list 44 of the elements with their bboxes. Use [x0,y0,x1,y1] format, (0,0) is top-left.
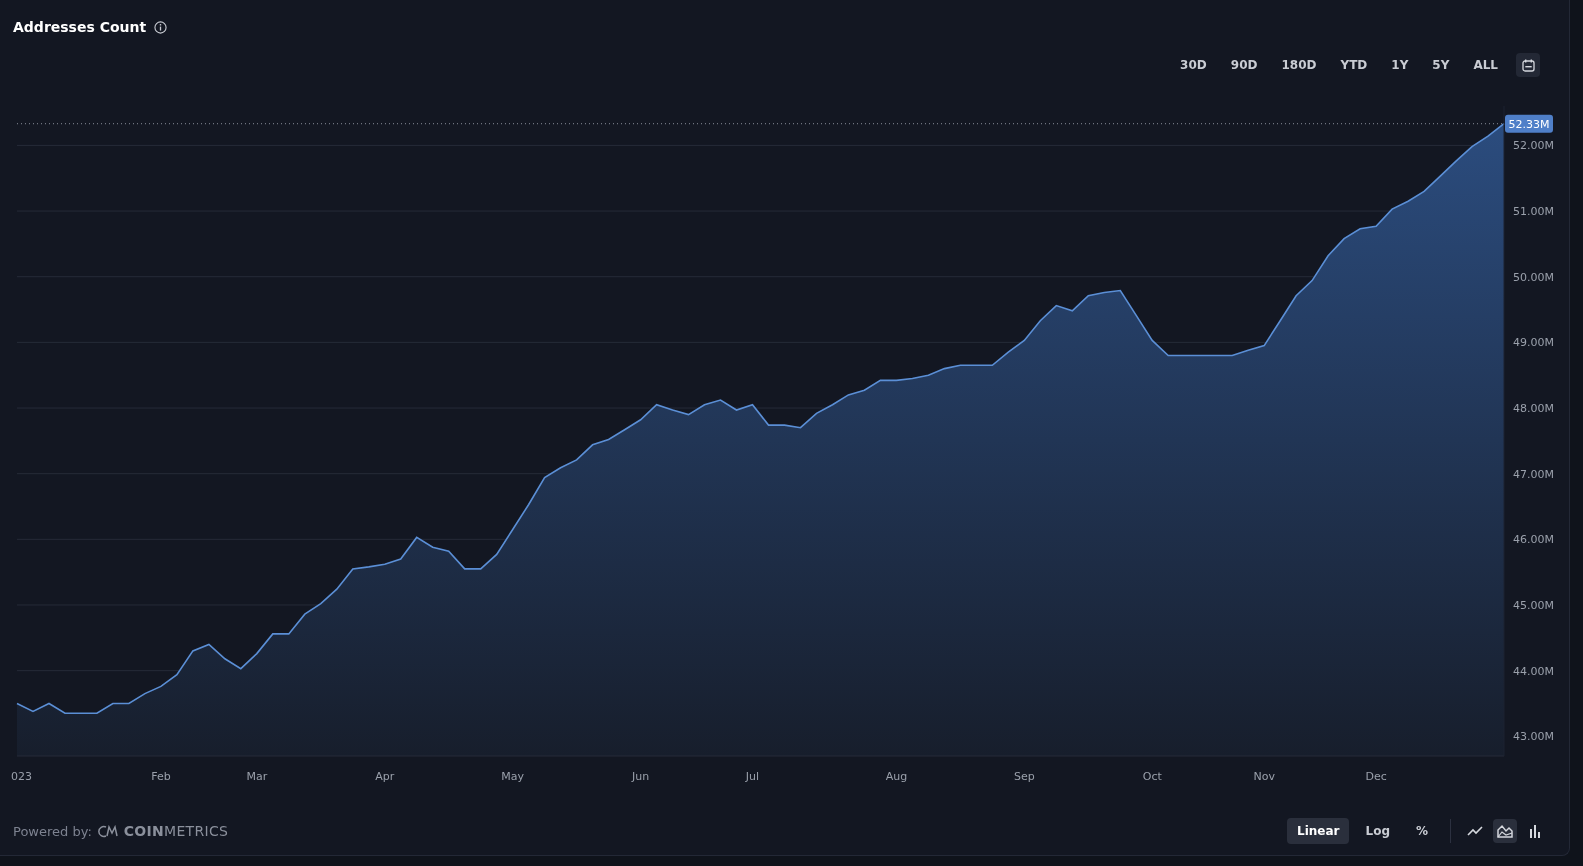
x-axis-label: Apr [375,770,395,783]
chart-title: Addresses Count [13,19,147,35]
y-axis-label: 50.00M [1513,270,1554,284]
range-button[interactable]: YTD [1330,52,1378,78]
y-axis-label: 52.00M [1513,139,1554,153]
x-axis-label: 023 [11,770,32,783]
x-axis-label: Jul [745,770,760,783]
calendar-icon [1521,58,1535,72]
scale-button[interactable]: Linear [1287,818,1350,844]
range-button[interactable]: 180D [1271,52,1327,78]
x-axis-label: Feb [151,770,171,783]
y-axis-label: 51.00M [1513,205,1554,219]
range-button[interactable]: 90D [1220,52,1268,78]
last-value-badge: 52.33M [1505,114,1553,133]
x-axis-label: Nov [1253,770,1275,783]
info-icon[interactable] [154,20,168,34]
x-axis-label: Oct [1142,770,1162,783]
brand-logo-text: COINMETRICS [123,823,229,839]
powered-by-label: Powered by: [13,823,92,839]
bar-chart-icon [1529,824,1541,838]
calendar-button[interactable] [1516,53,1540,77]
y-axis-label: 45.00M [1513,599,1554,612]
range-button[interactable]: 30D [1170,52,1217,78]
y-axis-label: 47.00M [1513,467,1554,481]
x-axis-label: Sep [1013,770,1035,783]
x-axis-label: Mar [246,770,268,783]
range-button[interactable]: 1Y [1381,52,1419,78]
y-axis-label: 48.00M [1513,402,1554,415]
x-axis-label: Dec [1365,770,1387,783]
y-axis-label: 44.00M [1513,664,1554,678]
line-chart-icon [1467,825,1483,837]
range-button[interactable]: 5Y [1422,52,1460,78]
x-axis-label: Jun [632,770,650,783]
y-axis-label: 49.00M [1513,336,1554,350]
y-axis-label: 46.00M [1513,533,1554,547]
logo-mark-icon [97,824,118,838]
x-axis-label: May [501,770,525,783]
x-axis-label: Aug [885,770,908,783]
scale-button[interactable]: % [1405,818,1438,844]
area-chart-icon [1497,824,1513,838]
range-button[interactable]: ALL [1463,52,1508,78]
scale-button[interactable]: Log [1355,818,1400,844]
chart-type-button[interactable] [1493,819,1517,843]
y-axis-label: 43.00M [1513,730,1554,744]
